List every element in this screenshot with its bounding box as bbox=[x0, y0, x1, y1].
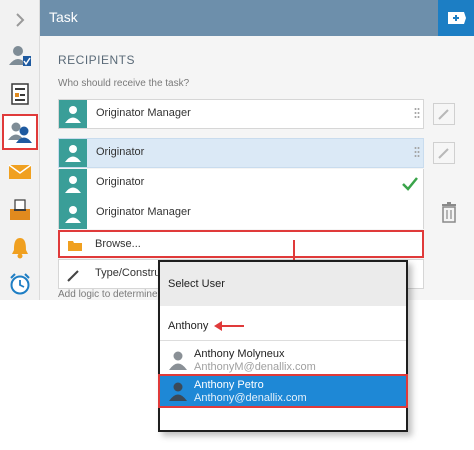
task-designer: Task RECIPIENTS Who should receive the t… bbox=[0, 0, 474, 450]
ballot-box-icon[interactable] bbox=[2, 192, 38, 228]
user-avatar-icon bbox=[59, 100, 87, 128]
plus-icon bbox=[448, 12, 466, 24]
logic-hint: Add logic to determine bbox=[58, 289, 158, 300]
add-button[interactable] bbox=[438, 0, 474, 36]
user-email: Anthony@denallix.com bbox=[194, 392, 307, 404]
dropdown-option[interactable]: Originator bbox=[58, 169, 424, 199]
user-search-input[interactable]: Anthony bbox=[168, 320, 208, 332]
pencil-icon bbox=[438, 148, 449, 159]
user-result-row[interactable]: Anthony Petro Anthony@denallix.com bbox=[158, 374, 408, 408]
user-avatar-icon bbox=[59, 169, 87, 199]
recipient-row[interactable]: Originator bbox=[58, 138, 424, 168]
user-result-row[interactable]: Anthony Molyneux AnthonyM@denallix.com bbox=[160, 345, 406, 375]
alarm-clock-icon[interactable] bbox=[2, 266, 38, 302]
trash-icon[interactable] bbox=[440, 201, 458, 223]
user-name: Anthony Petro bbox=[194, 379, 264, 391]
annotation-arrow-left bbox=[214, 321, 244, 331]
pencil-icon bbox=[67, 270, 79, 282]
recipient-label: Originator Manager bbox=[96, 107, 191, 119]
user-email: AnthonyM@denallix.com bbox=[194, 361, 316, 373]
pencil-icon bbox=[438, 109, 449, 120]
left-sidebar bbox=[0, 0, 40, 300]
option-label: Originator Manager bbox=[96, 206, 191, 218]
form-icon[interactable] bbox=[2, 76, 38, 112]
drag-handle-icon[interactable] bbox=[414, 146, 420, 160]
user-avatar-icon bbox=[59, 139, 87, 167]
user-avatar-icon bbox=[169, 351, 187, 370]
recipients-icon[interactable] bbox=[2, 114, 38, 150]
dialog-header: Select User bbox=[160, 262, 406, 306]
drag-handle-icon[interactable] bbox=[414, 107, 420, 121]
user-check-icon[interactable] bbox=[2, 38, 38, 74]
envelope-icon[interactable] bbox=[2, 154, 38, 190]
check-icon bbox=[402, 177, 418, 191]
user-avatar-icon bbox=[59, 199, 87, 229]
bell-icon[interactable] bbox=[2, 230, 38, 266]
expand-chevron-icon[interactable] bbox=[2, 2, 38, 38]
recipient-label: Originator bbox=[96, 146, 145, 158]
browse-option[interactable]: Browse... bbox=[58, 230, 424, 258]
select-user-dialog: Select User Anthony Anthony Molyneux Ant… bbox=[158, 260, 408, 432]
edit-button[interactable] bbox=[433, 103, 455, 125]
dropdown-option[interactable]: Originator Manager bbox=[58, 199, 424, 229]
section-subtitle: Who should receive the task? bbox=[58, 78, 190, 89]
user-name: Anthony Molyneux bbox=[194, 348, 285, 360]
page-title: Task bbox=[49, 9, 78, 25]
user-avatar-icon bbox=[169, 382, 187, 401]
option-label: Browse... bbox=[95, 238, 141, 250]
option-label: Originator bbox=[96, 176, 145, 188]
dialog-title: Select User bbox=[168, 278, 225, 290]
recipient-row[interactable]: Originator Manager bbox=[58, 99, 424, 129]
divider bbox=[160, 340, 406, 341]
section-title: RECIPIENTS bbox=[58, 53, 136, 67]
task-header: Task bbox=[40, 0, 474, 36]
folder-icon bbox=[68, 241, 82, 251]
edit-button[interactable] bbox=[433, 142, 455, 164]
